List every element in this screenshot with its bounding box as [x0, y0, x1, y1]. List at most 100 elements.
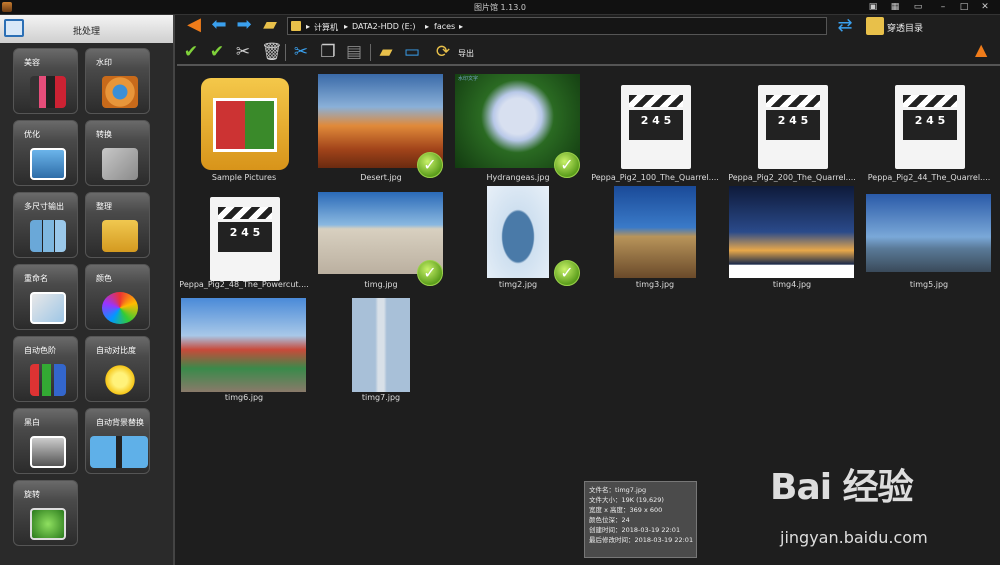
address-bar[interactable]: ▸ 计算机 ▸ DATA2-HDD (E:) ▸ faces ▸ [287, 17, 827, 35]
file-item[interactable]: 2 4 5 Peppa_Pig2_44_The_Quarrel.... [862, 72, 996, 187]
tool-rename[interactable]: 重命名 [13, 264, 78, 330]
file-name: Sample Pictures [211, 173, 277, 182]
copy-button[interactable]: ❐ [318, 42, 338, 62]
file-name: Peppa_Pig2_100_The_Quarrel.... [591, 173, 719, 182]
folder-icon [291, 21, 301, 31]
file-name: Peppa_Pig2_48_The_Powercut.... [179, 280, 309, 289]
watermark-icon [102, 76, 138, 108]
watermark-logo: Bai 经验 [770, 467, 914, 508]
file-item[interactable]: timg7.jpg [314, 296, 448, 411]
video-clapper-icon: 2 4 5 [895, 85, 965, 169]
maximize-button[interactable]: □ [957, 1, 971, 13]
export-icon[interactable]: ⟳ [433, 42, 453, 62]
watermark-text: 水印文字 [458, 76, 479, 82]
tool-black-white[interactable]: 黑白 [13, 408, 78, 474]
tool-multisize[interactable]: 多尺寸输出 [13, 192, 78, 258]
tool-convert[interactable]: 转换 [85, 120, 150, 186]
tree-icon[interactable] [866, 17, 884, 35]
cut-button[interactable]: ✂ [291, 42, 311, 62]
file-item[interactable]: ✓ timg2.jpg [451, 184, 585, 299]
file-item[interactable]: 2 4 5 Peppa_Pig2_100_The_Quarrel.... [588, 72, 722, 187]
tooltip-line: 文件大小：19K (19,629) [589, 496, 664, 504]
close-button[interactable]: ✕ [978, 1, 992, 13]
recursive-toggle-label[interactable]: 穿透目录 [887, 21, 923, 34]
file-item[interactable]: timg5.jpg [862, 184, 996, 299]
tool-organize[interactable]: 整理 [85, 192, 150, 258]
tool-label: 旋转 [24, 490, 40, 499]
file-name: timg6.jpg [224, 393, 264, 402]
tool-label: 自动背景替换 [96, 418, 144, 427]
file-item[interactable]: 2 4 5 Peppa_Pig2_48_The_Powercut.... [177, 184, 311, 299]
multisize-icon [30, 220, 66, 252]
file-name: timg.jpg [364, 280, 398, 289]
breadcrumb-faces[interactable]: faces [434, 22, 455, 31]
file-item[interactable]: ✓ timg.jpg [314, 184, 448, 299]
tool-label: 颜色 [96, 274, 112, 283]
tools-button[interactable]: ✂ [233, 42, 253, 62]
trash-button[interactable]: 🗑 [261, 42, 283, 62]
minimize-button[interactable]: – [936, 1, 950, 13]
palette-icon[interactable]: ▦ [888, 1, 902, 13]
tooltip-line: 宽度 x 高度：369 x 600 [589, 506, 663, 514]
rotate-photo-icon [30, 508, 66, 540]
file-item[interactable]: Sample Pictures [177, 72, 311, 187]
tool-label: 美容 [24, 58, 40, 67]
tooltip-line: 文件名：timg7.jpg [589, 486, 647, 494]
parent-folder-button[interactable]: ◀ [183, 15, 205, 35]
batch-header[interactable]: 批处理 [0, 15, 173, 43]
video-clapper-icon: 2 4 5 [758, 85, 828, 169]
tool-rotate[interactable]: 旋转 [13, 480, 78, 546]
paste-button[interactable]: ▤ [344, 42, 364, 62]
image-thumbnail [352, 298, 410, 392]
forward-button[interactable]: ➡ [233, 15, 255, 35]
tool-auto-contrast[interactable]: 自动对比度 [85, 336, 150, 402]
export-label[interactable]: 导出 [458, 48, 474, 59]
new-folder-button[interactable]: ▰ [376, 42, 396, 62]
file-item[interactable]: timg4.jpg [725, 184, 859, 299]
bar-chart-icon [30, 364, 66, 396]
tool-label: 整理 [96, 202, 112, 211]
tool-color[interactable]: 颜色 [85, 264, 150, 330]
tool-label: 转换 [96, 130, 112, 139]
skin-icon[interactable]: ▣ [866, 1, 880, 13]
tool-beauty[interactable]: 美容 [13, 48, 78, 114]
tool-watermark[interactable]: 水印 [85, 48, 150, 114]
tool-label: 自动对比度 [96, 346, 136, 355]
tool-auto-background[interactable]: 自动背景替换 [85, 408, 150, 474]
folder-thumbnail [201, 78, 289, 170]
background-replace-icon [90, 436, 148, 468]
tooltip-line: 颜色位深：24 [589, 516, 630, 524]
color-wheel-icon [102, 292, 138, 324]
tool-label: 自动色阶 [24, 346, 56, 355]
refresh-icon[interactable]: ⇄ [835, 15, 855, 37]
rename-button[interactable]: ▭ [402, 42, 422, 62]
check-invert-button[interactable]: ✔ [207, 42, 227, 62]
image-thumbnail [866, 194, 991, 272]
breadcrumb-computer[interactable]: 计算机 [314, 22, 338, 33]
collapse-icon[interactable]: ▲ [975, 42, 991, 58]
tool-label: 重命名 [24, 274, 48, 283]
image-thumbnail [487, 186, 549, 278]
file-item[interactable]: timg3.jpg [588, 184, 722, 299]
back-button[interactable]: ⬅ [208, 15, 230, 35]
file-item[interactable]: 2 4 5 Peppa_Pig2_200_The_Quarrel.... [725, 72, 859, 187]
folder-icon [102, 220, 138, 252]
tool-label: 优化 [24, 130, 40, 139]
file-item[interactable]: ✓ Desert.jpg [314, 72, 448, 187]
grayscale-photo-icon [30, 436, 66, 468]
file-name: Desert.jpg [360, 173, 402, 182]
video-clapper-icon: 2 4 5 [621, 85, 691, 169]
tooltip-line: 创建时间：2018-03-19 22:01 [589, 526, 681, 534]
monitor-icon[interactable]: ▭ [911, 1, 925, 13]
batch-header-label: 批处理 [72, 27, 100, 37]
file-item[interactable]: timg6.jpg [177, 296, 311, 411]
tool-auto-levels[interactable]: 自动色阶 [13, 336, 78, 402]
file-name: Peppa_Pig2_44_The_Quarrel.... [867, 173, 991, 182]
open-folder-button[interactable]: ▰ [259, 15, 281, 35]
file-name: timg2.jpg [498, 280, 538, 289]
file-item[interactable]: 水印文字 ✓ Hydrangeas.jpg [451, 72, 585, 187]
tool-optimize[interactable]: 优化 [13, 120, 78, 186]
check-all-button[interactable]: ✔ [181, 42, 201, 62]
image-thumbnail [729, 186, 854, 278]
breadcrumb-drive[interactable]: DATA2-HDD (E:) [352, 22, 415, 31]
